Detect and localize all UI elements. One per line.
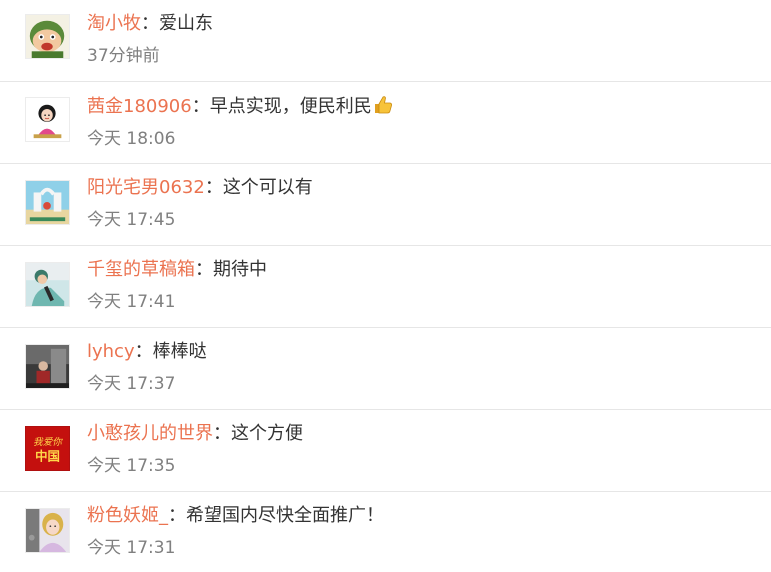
comment-list: 淘小牧：爱山东 37分钟前 茜金180906：早点实现，便民利民 今天 18:0… (0, 0, 771, 572)
comment-item: 我爱你 中国 小憨孩儿的世界：这个方便 今天 17:35 (0, 410, 771, 492)
cartoon-avatar-icon (26, 15, 69, 58)
comment-item: 粉色妖姬_：希望国内尽快全面推广！ 今天 17:31 (0, 492, 771, 572)
avatar[interactable] (25, 180, 70, 225)
comment-item: 千玺的草稿箱：期待中 今天 17:41 (0, 246, 771, 328)
comment-item: lyhcy：棒棒哒 今天 17:37 (0, 328, 771, 410)
avatar[interactable] (25, 262, 70, 307)
comment-line: 淘小牧：爱山东 (87, 11, 213, 37)
scene-avatar-icon (26, 181, 69, 224)
avatar[interactable] (25, 508, 70, 553)
china-text-avatar-icon: 我爱你 中国 (26, 427, 69, 470)
comment-text: 早点实现，便民利民 (209, 96, 372, 117)
girl-avatar-icon (26, 98, 69, 141)
comment-time: 今天 17:37 (87, 374, 176, 394)
comment-time: 今天 17:31 (87, 538, 176, 558)
comment-username[interactable]: 小憨孩儿的世界 (87, 423, 213, 444)
separator: ： (134, 341, 153, 362)
separator: ： (168, 505, 186, 526)
comment-time: 今天 17:41 (87, 292, 176, 312)
comment-text: 期待中 (213, 259, 267, 280)
comment-line: 阳光宅男0632：这个可以有 (87, 175, 313, 201)
separator: ： (213, 423, 231, 444)
separator: ： (195, 259, 213, 280)
comment-item: 茜金180906：早点实现，便民利民 今天 18:06 (0, 82, 771, 164)
person-avatar-icon (26, 263, 69, 306)
avatar[interactable] (25, 344, 70, 389)
comment-time: 今天 17:35 (87, 456, 176, 476)
comment-text: 这个方便 (231, 423, 303, 444)
avatar-text-bottom: 中国 (35, 448, 60, 463)
comment-line: 小憨孩儿的世界：这个方便 (87, 421, 303, 447)
comment-text: 这个可以有 (222, 177, 313, 198)
comment-username[interactable]: 千玺的草稿箱 (87, 259, 195, 280)
comment-text: 希望国内尽快全面推广！ (186, 505, 384, 526)
separator: ： (204, 177, 223, 198)
comment-line: 千玺的草稿箱：期待中 (87, 257, 267, 283)
comment-line: 茜金180906：早点实现，便民利民 (87, 94, 393, 123)
photo-avatar-icon (26, 345, 69, 388)
avatar[interactable]: 我爱你 中国 (25, 426, 70, 471)
comment-username[interactable]: 阳光宅男0632 (87, 177, 205, 198)
comment-time: 37分钟前 (87, 46, 160, 66)
separator: ： (141, 13, 159, 34)
thumbs-up-icon (373, 95, 393, 123)
separator: ： (191, 96, 210, 117)
avatar[interactable] (25, 14, 70, 59)
comment-line: lyhcy：棒棒哒 (87, 339, 207, 365)
comment-line: 粉色妖姬_：希望国内尽快全面推广！ (87, 503, 384, 529)
comment-time: 今天 17:45 (87, 210, 176, 230)
comment-username[interactable]: 粉色妖姬_ (87, 505, 168, 526)
comment-username[interactable]: lyhcy (87, 341, 135, 362)
avatar-text-top: 我爱你 (33, 437, 63, 448)
comment-text: 棒棒哒 (152, 341, 207, 362)
selfie-avatar-icon (26, 509, 69, 552)
comment-time: 今天 18:06 (87, 129, 176, 149)
avatar[interactable] (25, 97, 70, 142)
comment-item: 淘小牧：爱山东 37分钟前 (0, 0, 771, 82)
comment-text: 爱山东 (159, 13, 213, 34)
comment-username[interactable]: 茜金180906 (87, 96, 192, 117)
comment-item: 阳光宅男0632：这个可以有 今天 17:45 (0, 164, 771, 246)
comment-username[interactable]: 淘小牧 (87, 13, 141, 34)
